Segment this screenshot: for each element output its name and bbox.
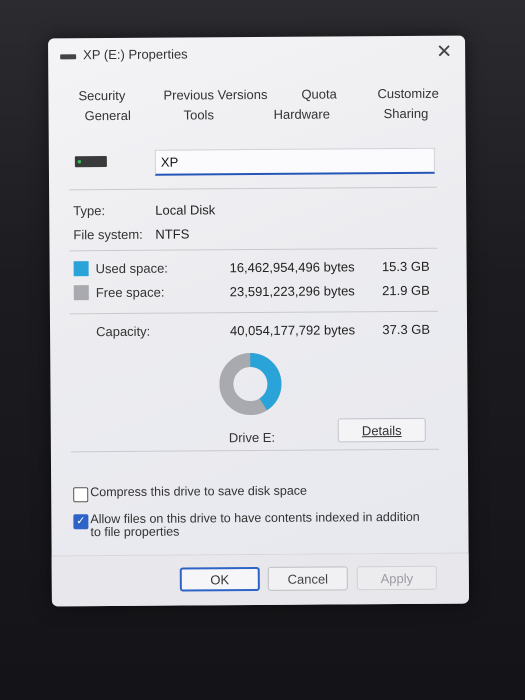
capacity-label: Capacity: bbox=[96, 323, 151, 340]
capacity-bytes: 40,054,177,792 bytes bbox=[229, 322, 356, 339]
apply-button[interactable]: Apply bbox=[356, 565, 437, 591]
tab-tools[interactable]: Tools bbox=[184, 107, 214, 122]
ok-button[interactable]: OK bbox=[179, 566, 260, 592]
properties-dialog: XP (E:) Properties ✕ Security Previous V… bbox=[48, 35, 469, 607]
free-space-swatch bbox=[73, 285, 89, 301]
dialog-footer: OK Cancel Apply bbox=[51, 552, 469, 607]
tab-sharing[interactable]: Sharing bbox=[384, 106, 429, 121]
tab-general[interactable]: General bbox=[85, 108, 131, 123]
divider bbox=[69, 247, 438, 252]
used-space-size: 15.3 GB bbox=[381, 258, 430, 275]
free-space-bytes: 23,591,223,296 bytes bbox=[229, 283, 355, 300]
drive-title-icon bbox=[60, 54, 77, 60]
type-label: Type: bbox=[73, 203, 106, 219]
capacity-size: 37.3 GB bbox=[382, 321, 431, 338]
index-checkbox[interactable]: ✓ bbox=[73, 514, 89, 530]
window-title: XP (E:) Properties bbox=[83, 46, 188, 63]
used-space-label: Used space: bbox=[95, 260, 168, 277]
details-button[interactable]: Details bbox=[337, 417, 426, 443]
used-space-swatch bbox=[73, 261, 89, 277]
tab-strip: Security Previous Versions Quota Customi… bbox=[66, 84, 451, 129]
file-system-label: File system: bbox=[73, 226, 143, 243]
type-value: Local Disk bbox=[155, 202, 216, 218]
divider bbox=[70, 448, 439, 453]
usage-donut-chart bbox=[215, 349, 285, 419]
tab-customize[interactable]: Customize bbox=[377, 86, 439, 101]
cancel-button[interactable]: Cancel bbox=[267, 566, 348, 591]
index-label: Allow files on this drive to have conten… bbox=[90, 509, 420, 540]
title-bar: XP (E:) Properties ✕ bbox=[48, 36, 465, 73]
tab-quota[interactable]: Quota bbox=[301, 86, 337, 101]
tab-hardware[interactable]: Hardware bbox=[274, 106, 330, 121]
drive-icon bbox=[74, 156, 107, 168]
drive-label: Drive E: bbox=[228, 429, 276, 446]
tab-security[interactable]: Security bbox=[78, 88, 125, 103]
free-space-size: 21.9 GB bbox=[382, 282, 430, 299]
used-space-bytes: 16,462,954,496 bytes bbox=[229, 259, 355, 276]
divider bbox=[69, 186, 438, 191]
divider bbox=[69, 310, 438, 315]
free-space-label: Free space: bbox=[95, 284, 165, 301]
close-button[interactable]: ✕ bbox=[431, 40, 457, 66]
compress-label: Compress this drive to save disk space bbox=[90, 483, 308, 500]
drive-name-input[interactable] bbox=[154, 147, 435, 176]
compress-checkbox[interactable] bbox=[73, 487, 89, 503]
file-system-value: NTFS bbox=[155, 226, 190, 242]
tab-previous-versions[interactable]: Previous Versions bbox=[163, 87, 267, 103]
